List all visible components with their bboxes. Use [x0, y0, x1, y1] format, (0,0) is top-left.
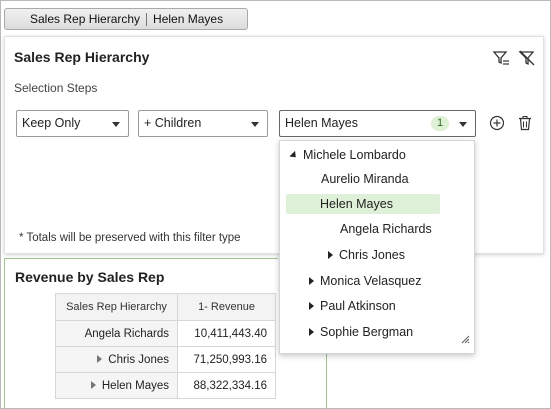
revenue-table: Sales Rep Hierarchy 1- Revenue Angela Ri…	[55, 293, 276, 399]
row-name: Helen Mayes	[101, 379, 169, 392]
tree-item-label: Aurelio Miranda	[321, 172, 409, 186]
selected-count-badge: 1	[431, 116, 449, 131]
row-name: Angela Richards	[84, 327, 169, 340]
expand-icon[interactable]	[328, 251, 333, 259]
row-value: 88,322,334.16	[177, 372, 276, 399]
member-dropdown: Michele Lombardo Aurelio Miranda Helen M…	[279, 140, 475, 354]
tree-item-michele-lombardo[interactable]: Michele Lombardo	[289, 148, 406, 162]
tree-item-chris-jones[interactable]: Chris Jones	[328, 248, 405, 262]
tree-item-label: Paul Atkinson	[320, 299, 396, 313]
report-border-left	[4, 258, 5, 408]
clear-filter-icon[interactable]	[517, 48, 537, 68]
table-row: Chris Jones 71,250,993.16	[55, 346, 276, 373]
relation-select[interactable]: + Children	[138, 110, 268, 137]
row-value: 71,250,993.16	[177, 346, 276, 373]
expand-icon[interactable]	[97, 354, 103, 363]
row-name-cell[interactable]: Helen Mayes	[55, 372, 178, 399]
row-name-cell: Angela Richards	[55, 320, 178, 347]
column-header-hierarchy[interactable]: Sales Rep Hierarchy	[55, 293, 178, 321]
resize-handle-icon[interactable]	[461, 331, 470, 349]
row-name-cell[interactable]: Chris Jones	[55, 346, 178, 373]
report-border-top	[4, 258, 278, 259]
report-title: Revenue by Sales Rep	[15, 269, 165, 285]
tree-item-label: Helen Mayes	[320, 197, 393, 211]
expand-icon[interactable]	[90, 380, 96, 389]
chevron-down-icon	[112, 122, 120, 127]
tree-item-label: Chris Jones	[339, 248, 405, 262]
tree-item-helen-mayes[interactable]: Helen Mayes	[286, 194, 440, 214]
chevron-down-icon	[459, 122, 467, 127]
expand-icon[interactable]	[309, 302, 314, 310]
table-row: Angela Richards 10,411,443.40	[55, 320, 276, 347]
row-name: Chris Jones	[108, 353, 169, 366]
delete-step-icon[interactable]	[515, 113, 535, 133]
breadcrumb-part-hierarchy: Sales Rep Hierarchy	[30, 12, 141, 26]
member-select[interactable]: Helen Mayes 1	[279, 110, 476, 137]
table-row: Helen Mayes 88,322,334.16	[55, 372, 276, 399]
action-select-value: Keep Only	[22, 116, 81, 130]
tree-item-label: Angela Richards	[340, 222, 432, 236]
tree-item-aurelio-miranda[interactable]: Aurelio Miranda	[321, 172, 409, 186]
breadcrumb[interactable]: Sales Rep Hierarchy Helen Mayes	[4, 8, 248, 30]
tree-item-label: Monica Velasquez	[320, 274, 422, 288]
relation-select-value: + Children	[144, 116, 202, 130]
member-select-value: Helen Mayes	[285, 116, 358, 130]
tree-item-label: Michele Lombardo	[303, 148, 406, 162]
collapse-icon[interactable]	[289, 150, 299, 161]
tree-item-monica-velasquez[interactable]: Monica Velasquez	[309, 274, 421, 288]
column-header-revenue[interactable]: 1- Revenue	[177, 293, 276, 321]
add-step-icon[interactable]	[487, 113, 507, 133]
action-select[interactable]: Keep Only	[16, 110, 129, 137]
expand-icon[interactable]	[309, 328, 314, 336]
breadcrumb-part-member: Helen Mayes	[153, 12, 224, 26]
tree-item-paul-atkinson[interactable]: Paul Atkinson	[309, 299, 396, 313]
tree-item-label: Sophie Bergman	[320, 325, 414, 339]
tree-item-angela-richards[interactable]: Angela Richards	[340, 222, 432, 236]
expand-icon[interactable]	[309, 277, 314, 285]
panel-title: Sales Rep Hierarchy	[14, 49, 150, 65]
row-value: 10,411,443.40	[177, 320, 276, 347]
tree-item-sophie-bergman[interactable]: Sophie Bergman	[309, 325, 413, 339]
chevron-down-icon	[251, 122, 259, 127]
totals-note: * Totals will be preserved with this fil…	[19, 232, 241, 244]
breadcrumb-separator	[146, 12, 148, 26]
filter-settings-icon[interactable]	[491, 48, 511, 68]
selection-steps-label: Selection Steps	[14, 81, 98, 95]
